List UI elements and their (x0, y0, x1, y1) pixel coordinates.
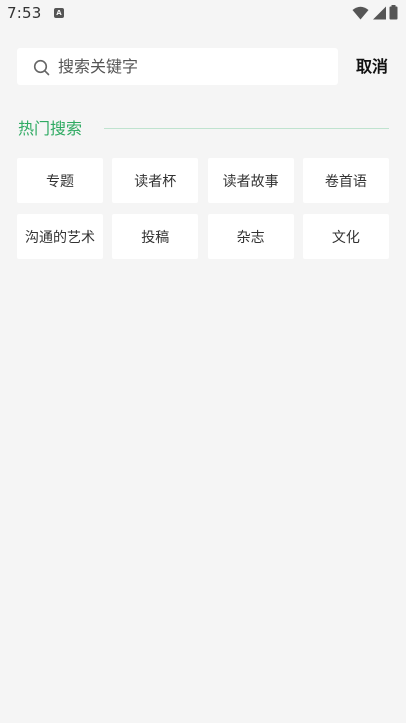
hot-tag[interactable]: 读者故事 (207, 158, 294, 203)
status-icons (352, 5, 398, 20)
hot-search-tags: 专题 读者杯 读者故事 卷首语 沟通的艺术 投稿 杂志 文化 (17, 158, 389, 259)
signal-icon (373, 6, 386, 19)
search-input[interactable] (58, 48, 328, 85)
battery-icon (389, 5, 398, 20)
cancel-button[interactable]: 取消 (356, 57, 388, 77)
hot-tag[interactable]: 卷首语 (302, 158, 389, 203)
hot-tag[interactable]: 投稿 (112, 214, 199, 259)
hot-tag[interactable]: 杂志 (207, 214, 294, 259)
search-icon (33, 59, 50, 76)
hot-tag[interactable]: 沟通的艺术 (17, 214, 103, 259)
status-time: 7:53 (7, 4, 42, 22)
wifi-icon (352, 6, 369, 19)
status-bar: 7:53 A (0, 0, 406, 28)
hot-search-title: 热门搜索 (18, 119, 83, 138)
section-divider (104, 128, 389, 129)
hot-tag[interactable]: 读者杯 (112, 158, 199, 203)
hot-tag[interactable]: 专题 (17, 158, 103, 203)
hot-tag[interactable]: 文化 (302, 214, 389, 259)
search-box[interactable] (17, 48, 338, 85)
text-a-icon: A (54, 8, 64, 18)
